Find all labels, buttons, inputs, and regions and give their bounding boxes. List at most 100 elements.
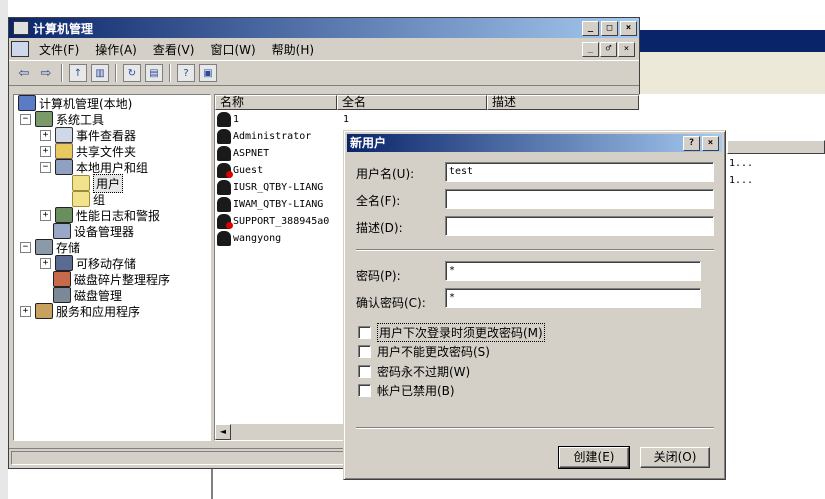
user-icon — [217, 146, 231, 161]
close-button[interactable]: × — [620, 21, 637, 36]
user-row[interactable]: ASPNET — [217, 145, 269, 162]
computer-management-icon — [13, 21, 29, 35]
device-manager-icon — [53, 223, 71, 239]
storage-icon — [35, 239, 53, 255]
help-icon[interactable]: ? — [177, 64, 195, 82]
user-icon — [217, 231, 231, 246]
close-dialog-button[interactable]: 关闭(O) — [640, 447, 710, 468]
account-disabled-checkbox[interactable]: 帐户已禁用(B) — [358, 382, 455, 399]
dialog-help-button[interactable]: ? — [683, 136, 700, 151]
checkbox-box[interactable] — [358, 345, 371, 358]
checkbox-box[interactable] — [358, 365, 371, 378]
menu-view[interactable]: 查看(V) — [145, 41, 203, 58]
disk-management-icon — [53, 287, 71, 303]
username-field[interactable]: test — [445, 162, 714, 182]
expand-icon[interactable]: + — [20, 305, 31, 317]
folder-open-icon — [72, 175, 90, 191]
background-window-edge — [0, 0, 8, 499]
user-icon — [217, 112, 231, 127]
column-header-fullname[interactable]: 全名 — [337, 95, 487, 110]
export-list-icon[interactable]: ▤ — [145, 64, 163, 82]
background-divider — [211, 466, 213, 499]
password-never-expires-checkbox[interactable]: 密码永不过期(W) — [358, 363, 470, 380]
menu-action[interactable]: 操作(A) — [87, 41, 145, 58]
forward-arrow-icon[interactable]: ⇨ — [37, 64, 55, 82]
tree-item-performance-logs[interactable]: + 性能日志和警报 — [40, 207, 160, 223]
fullname-field[interactable] — [445, 189, 714, 209]
maximize-button[interactable]: □ — [601, 21, 618, 36]
up-level-icon[interactable]: ↑ — [69, 64, 87, 82]
minimize-button[interactable]: _ — [582, 21, 599, 36]
tree-item-storage[interactable]: − 存储 — [20, 239, 80, 255]
scroll-left-icon[interactable]: ◄ — [215, 424, 231, 440]
user-row[interactable]: IUSR_QTBY-LIANG — [217, 179, 323, 196]
user-row[interactable]: Administrator — [217, 128, 311, 145]
collapse-icon[interactable]: − — [40, 161, 51, 173]
tree-item-users[interactable]: 用户 — [72, 173, 124, 193]
toolbar-separator — [61, 64, 63, 82]
expand-icon[interactable]: + — [40, 257, 51, 269]
column-header-name[interactable]: 名称 — [215, 95, 337, 110]
password-label: 密码(P): — [356, 269, 401, 283]
background-list-cell: 1... — [729, 175, 754, 186]
background-list: 1... 1... — [727, 140, 825, 440]
tree-item-computer-management[interactable]: 计算机管理(本地) — [18, 95, 132, 111]
tree-item-device-manager[interactable]: 设备管理器 — [53, 223, 134, 239]
checkbox-box[interactable] — [358, 384, 371, 397]
user-row[interactable]: 1 — [217, 111, 239, 128]
create-button[interactable]: 创建(E) — [558, 446, 630, 469]
collapse-icon[interactable]: − — [20, 241, 31, 253]
expand-icon[interactable]: + — [40, 129, 51, 141]
dialog-divider — [356, 427, 714, 429]
user-icon — [217, 180, 231, 195]
username-label: 用户名(U): — [356, 167, 415, 181]
menu-bar: 文件(F) 操作(A) 查看(V) 窗口(W) 帮助(H) _ ♂ × — [9, 38, 639, 60]
dialog-titlebar[interactable]: 新用户 ? × — [347, 134, 722, 152]
dialog-divider — [356, 249, 714, 251]
tree-item-disk-defragmenter[interactable]: 磁盘碎片整理程序 — [53, 271, 170, 287]
tree-item-system-tools[interactable]: − 系统工具 — [20, 111, 104, 127]
user-row[interactable]: Guest — [217, 162, 263, 179]
properties-icon[interactable]: ▣ — [199, 64, 217, 82]
window-titlebar[interactable]: 计算机管理 _ □ × — [9, 18, 639, 38]
description-field[interactable] — [445, 216, 714, 236]
tree-item-removable-storage[interactable]: + 可移动存储 — [40, 255, 136, 271]
expand-icon[interactable]: + — [40, 145, 51, 157]
tree-item-shared-folders[interactable]: + 共享文件夹 — [40, 143, 136, 159]
expand-icon[interactable]: + — [40, 209, 51, 221]
menu-help[interactable]: 帮助(H) — [264, 41, 322, 58]
child-minimize-button[interactable]: _ — [582, 42, 599, 57]
refresh-icon[interactable]: ↻ — [123, 64, 141, 82]
column-header-description[interactable]: 描述 — [487, 95, 639, 110]
confirm-password-field[interactable]: * — [445, 288, 701, 308]
user-row[interactable]: SUPPORT_388945a0 — [217, 213, 329, 230]
child-close-button[interactable]: × — [618, 42, 635, 57]
tree-item-services-applications[interactable]: + 服务和应用程序 — [20, 303, 140, 319]
disabled-user-icon — [217, 163, 233, 178]
background-list-cell: 1... — [729, 158, 754, 169]
tree-item-event-viewer[interactable]: + 事件查看器 — [40, 127, 136, 143]
console-icon[interactable] — [11, 41, 29, 57]
collapse-icon[interactable]: − — [20, 113, 31, 125]
child-restore-button[interactable]: ♂ — [600, 42, 617, 57]
checkbox-box[interactable] — [358, 326, 371, 339]
cannot-change-password-checkbox[interactable]: 用户不能更改密码(S) — [358, 343, 490, 360]
back-arrow-icon[interactable]: ⇦ — [15, 64, 33, 82]
user-row[interactable]: wangyong — [217, 230, 281, 247]
tree-item-disk-management[interactable]: 磁盘管理 — [53, 287, 122, 303]
dialog-close-button[interactable]: × — [702, 136, 719, 151]
user-icon — [217, 129, 231, 144]
must-change-password-checkbox[interactable]: 用户下次登录时须更改密码(M) — [358, 323, 545, 342]
menu-window[interactable]: 窗口(W) — [202, 41, 263, 58]
console-tree: 计算机管理(本地) − 系统工具 + 事件查看器 + 共享文件夹 − 本地用户和… — [13, 94, 211, 441]
password-field[interactable]: * — [445, 261, 701, 281]
menu-file[interactable]: 文件(F) — [31, 41, 87, 58]
toolbar-separator — [169, 64, 171, 82]
tree-item-groups[interactable]: 组 — [72, 191, 105, 207]
show-tree-icon[interactable]: ▥ — [91, 64, 109, 82]
removable-storage-icon — [55, 255, 73, 271]
users-groups-icon — [55, 159, 73, 175]
toolbar: ⇦ ⇨ ↑ ▥ ↻ ▤ ? ▣ — [9, 60, 639, 86]
new-user-dialog: 新用户 ? × 用户名(U): test 全名(F): 描述(D): 密码(P)… — [343, 130, 726, 480]
user-row[interactable]: IWAM_QTBY-LIANG — [217, 196, 323, 213]
